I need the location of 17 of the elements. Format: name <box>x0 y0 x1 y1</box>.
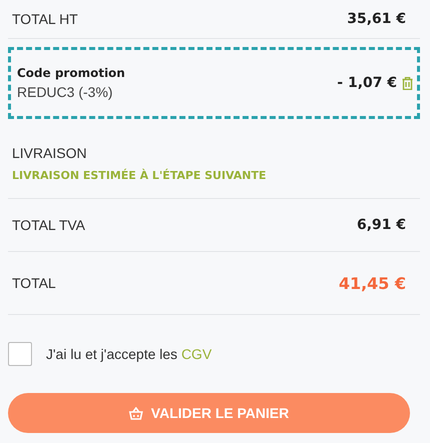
terms-checkbox[interactable] <box>8 342 32 366</box>
delivery-note: LIVRAISON ESTIMÉE À L'ÉTAPE SUIVANTE <box>12 169 268 182</box>
delivery-label: LIVRAISON <box>12 145 88 161</box>
discount-value: - 1,07 € <box>337 75 397 91</box>
basket-icon <box>129 406 144 420</box>
vat-label: TOTAL TVA <box>12 217 86 233</box>
grand-total-value: 41,45 € <box>338 274 406 292</box>
terms-link[interactable]: CGV <box>181 346 212 362</box>
trash-icon[interactable] <box>402 76 413 90</box>
total-value: 35,61 € <box>347 11 406 27</box>
validate-cart-button[interactable]: VALIDER LE PANIER <box>8 393 410 433</box>
promo-title: Code promotion <box>17 66 126 80</box>
total-label: TOTAL HT <box>12 11 78 27</box>
grand-total-label: TOTAL <box>12 275 56 291</box>
terms-text: J'ai lu et j'accepte les CGV <box>46 346 212 362</box>
vat-value: 6,91 € <box>356 217 406 233</box>
promo-code: REDUC3 (-3%) <box>17 84 114 100</box>
